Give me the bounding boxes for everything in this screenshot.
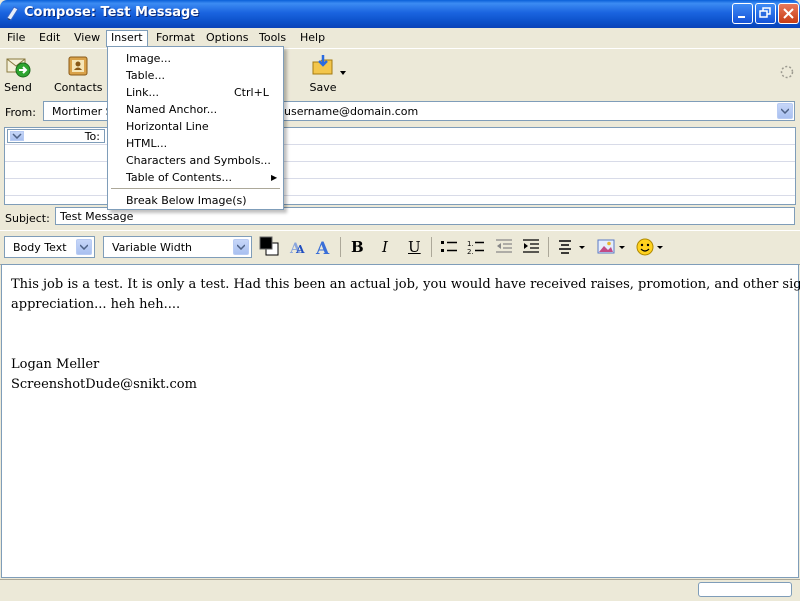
menu-view[interactable]: View: [70, 30, 104, 46]
font-family-value: Variable Width: [112, 241, 192, 254]
chevron-down-icon: [781, 108, 789, 114]
insert-menu-popup: Image... Table... Link... Ctrl+L Named A…: [107, 46, 284, 210]
menu-separator: [111, 188, 280, 189]
svg-text:A: A: [315, 239, 330, 257]
recipient-type-dropdown[interactable]: [10, 131, 24, 141]
title-bar: Compose: Test Message: [0, 0, 800, 28]
toolbar-separator: [340, 237, 341, 257]
window-title: Compose: Test Message: [24, 5, 200, 20]
paragraph-style-dropdown[interactable]: [76, 239, 92, 255]
paragraph-style-select[interactable]: Body Text: [4, 236, 95, 258]
menu-format[interactable]: Format: [152, 30, 199, 46]
minimize-button[interactable]: [732, 3, 753, 24]
subject-label: Subject:: [5, 212, 50, 225]
bullet-list-icon[interactable]: [440, 238, 458, 256]
chevron-down-icon: [237, 244, 245, 250]
recipient-type-select[interactable]: To:: [7, 129, 105, 143]
format-toolbar: Body Text Variable Width AA A B I U 1. 2.: [0, 230, 800, 265]
status-bar: [0, 579, 800, 601]
insert-image-icon[interactable]: [597, 238, 627, 256]
menu-edit[interactable]: Edit: [35, 30, 64, 46]
link-shortcut: Ctrl+L: [234, 86, 269, 99]
menu-file[interactable]: File: [3, 30, 29, 46]
menu-tools[interactable]: Tools: [255, 30, 290, 46]
save-label: Save: [309, 81, 337, 94]
save-folder-icon: [312, 55, 333, 75]
insert-image-item[interactable]: Image...: [126, 52, 171, 65]
insert-named-anchor-item[interactable]: Named Anchor...: [126, 103, 217, 116]
minimize-icon: [738, 16, 745, 18]
bold-button[interactable]: B: [351, 238, 364, 256]
contacts-button[interactable]: Contacts: [54, 53, 103, 97]
text-color-icon[interactable]: [259, 236, 279, 256]
numbered-list-icon[interactable]: 1.2.: [467, 238, 485, 256]
from-email: username@domain.com: [284, 105, 419, 118]
svg-text:A: A: [295, 243, 305, 256]
larger-font-icon[interactable]: A: [314, 237, 334, 257]
svg-text:2.: 2.: [467, 248, 474, 256]
underline-button[interactable]: U: [408, 238, 421, 256]
paragraph-style-value: Body Text: [13, 241, 67, 254]
chevron-down-icon: [80, 244, 88, 250]
outdent-icon[interactable]: [495, 238, 513, 256]
send-icon: [6, 58, 31, 78]
menu-options[interactable]: Options: [202, 30, 252, 46]
italic-button[interactable]: I: [382, 238, 388, 256]
restore-icon: [759, 7, 771, 18]
recipient-type-label: To:: [84, 130, 100, 143]
activity-throbber-icon: [780, 65, 794, 79]
from-name: Mortimer S: [52, 105, 113, 118]
address-book-icon: [68, 56, 88, 76]
svg-text:1.: 1.: [467, 240, 474, 248]
menu-help[interactable]: Help: [296, 30, 329, 46]
save-button[interactable]: Save: [308, 53, 338, 97]
close-button[interactable]: [778, 3, 799, 24]
from-dropdown-button[interactable]: [777, 103, 793, 119]
font-family-dropdown[interactable]: [233, 239, 249, 255]
save-dropdown-icon[interactable]: [340, 71, 346, 75]
insert-break-item[interactable]: Break Below Image(s): [126, 194, 247, 207]
insert-smiley-icon[interactable]: [636, 237, 666, 257]
font-family-select[interactable]: Variable Width: [103, 236, 252, 258]
send-label: Send: [4, 81, 32, 94]
insert-table-item[interactable]: Table...: [126, 69, 165, 82]
subject-value: Test Message: [60, 210, 134, 223]
message-body-editor[interactable]: This job is a test. It is only a test. H…: [1, 264, 800, 578]
chevron-down-icon: [12, 133, 22, 139]
toolbar-separator: [548, 237, 549, 257]
submenu-arrow-icon: ▶: [271, 173, 278, 182]
signature-email: ScreenshotDude@snikt.com: [11, 377, 197, 392]
insert-toc-item[interactable]: Table of Contents...: [126, 171, 232, 184]
close-icon: [783, 8, 794, 19]
insert-link-item[interactable]: Link...: [126, 86, 159, 99]
from-label: From:: [5, 106, 36, 119]
body-text-line: appreciation... heh heh....: [11, 297, 181, 312]
insert-html-item[interactable]: HTML...: [126, 137, 167, 150]
smaller-font-icon[interactable]: AA: [287, 237, 307, 257]
indent-icon[interactable]: [522, 238, 540, 256]
insert-horizontal-line-item[interactable]: Horizontal Line: [126, 120, 209, 133]
menu-bar: File Edit View Insert Format Options Too…: [0, 28, 800, 47]
compose-app-icon: [6, 6, 19, 21]
restore-button[interactable]: [755, 3, 776, 24]
insert-characters-item[interactable]: Characters and Symbols...: [126, 154, 271, 167]
body-text-line: This job is a test. It is only a test. H…: [11, 277, 800, 292]
send-button[interactable]: Send: [2, 53, 34, 97]
menu-insert[interactable]: Insert: [106, 30, 148, 47]
toolbar-separator: [431, 237, 432, 257]
contacts-label: Contacts: [54, 81, 103, 94]
align-menu-icon[interactable]: [558, 239, 586, 255]
signature-name: Logan Meller: [11, 357, 100, 372]
status-panel: [698, 582, 792, 597]
